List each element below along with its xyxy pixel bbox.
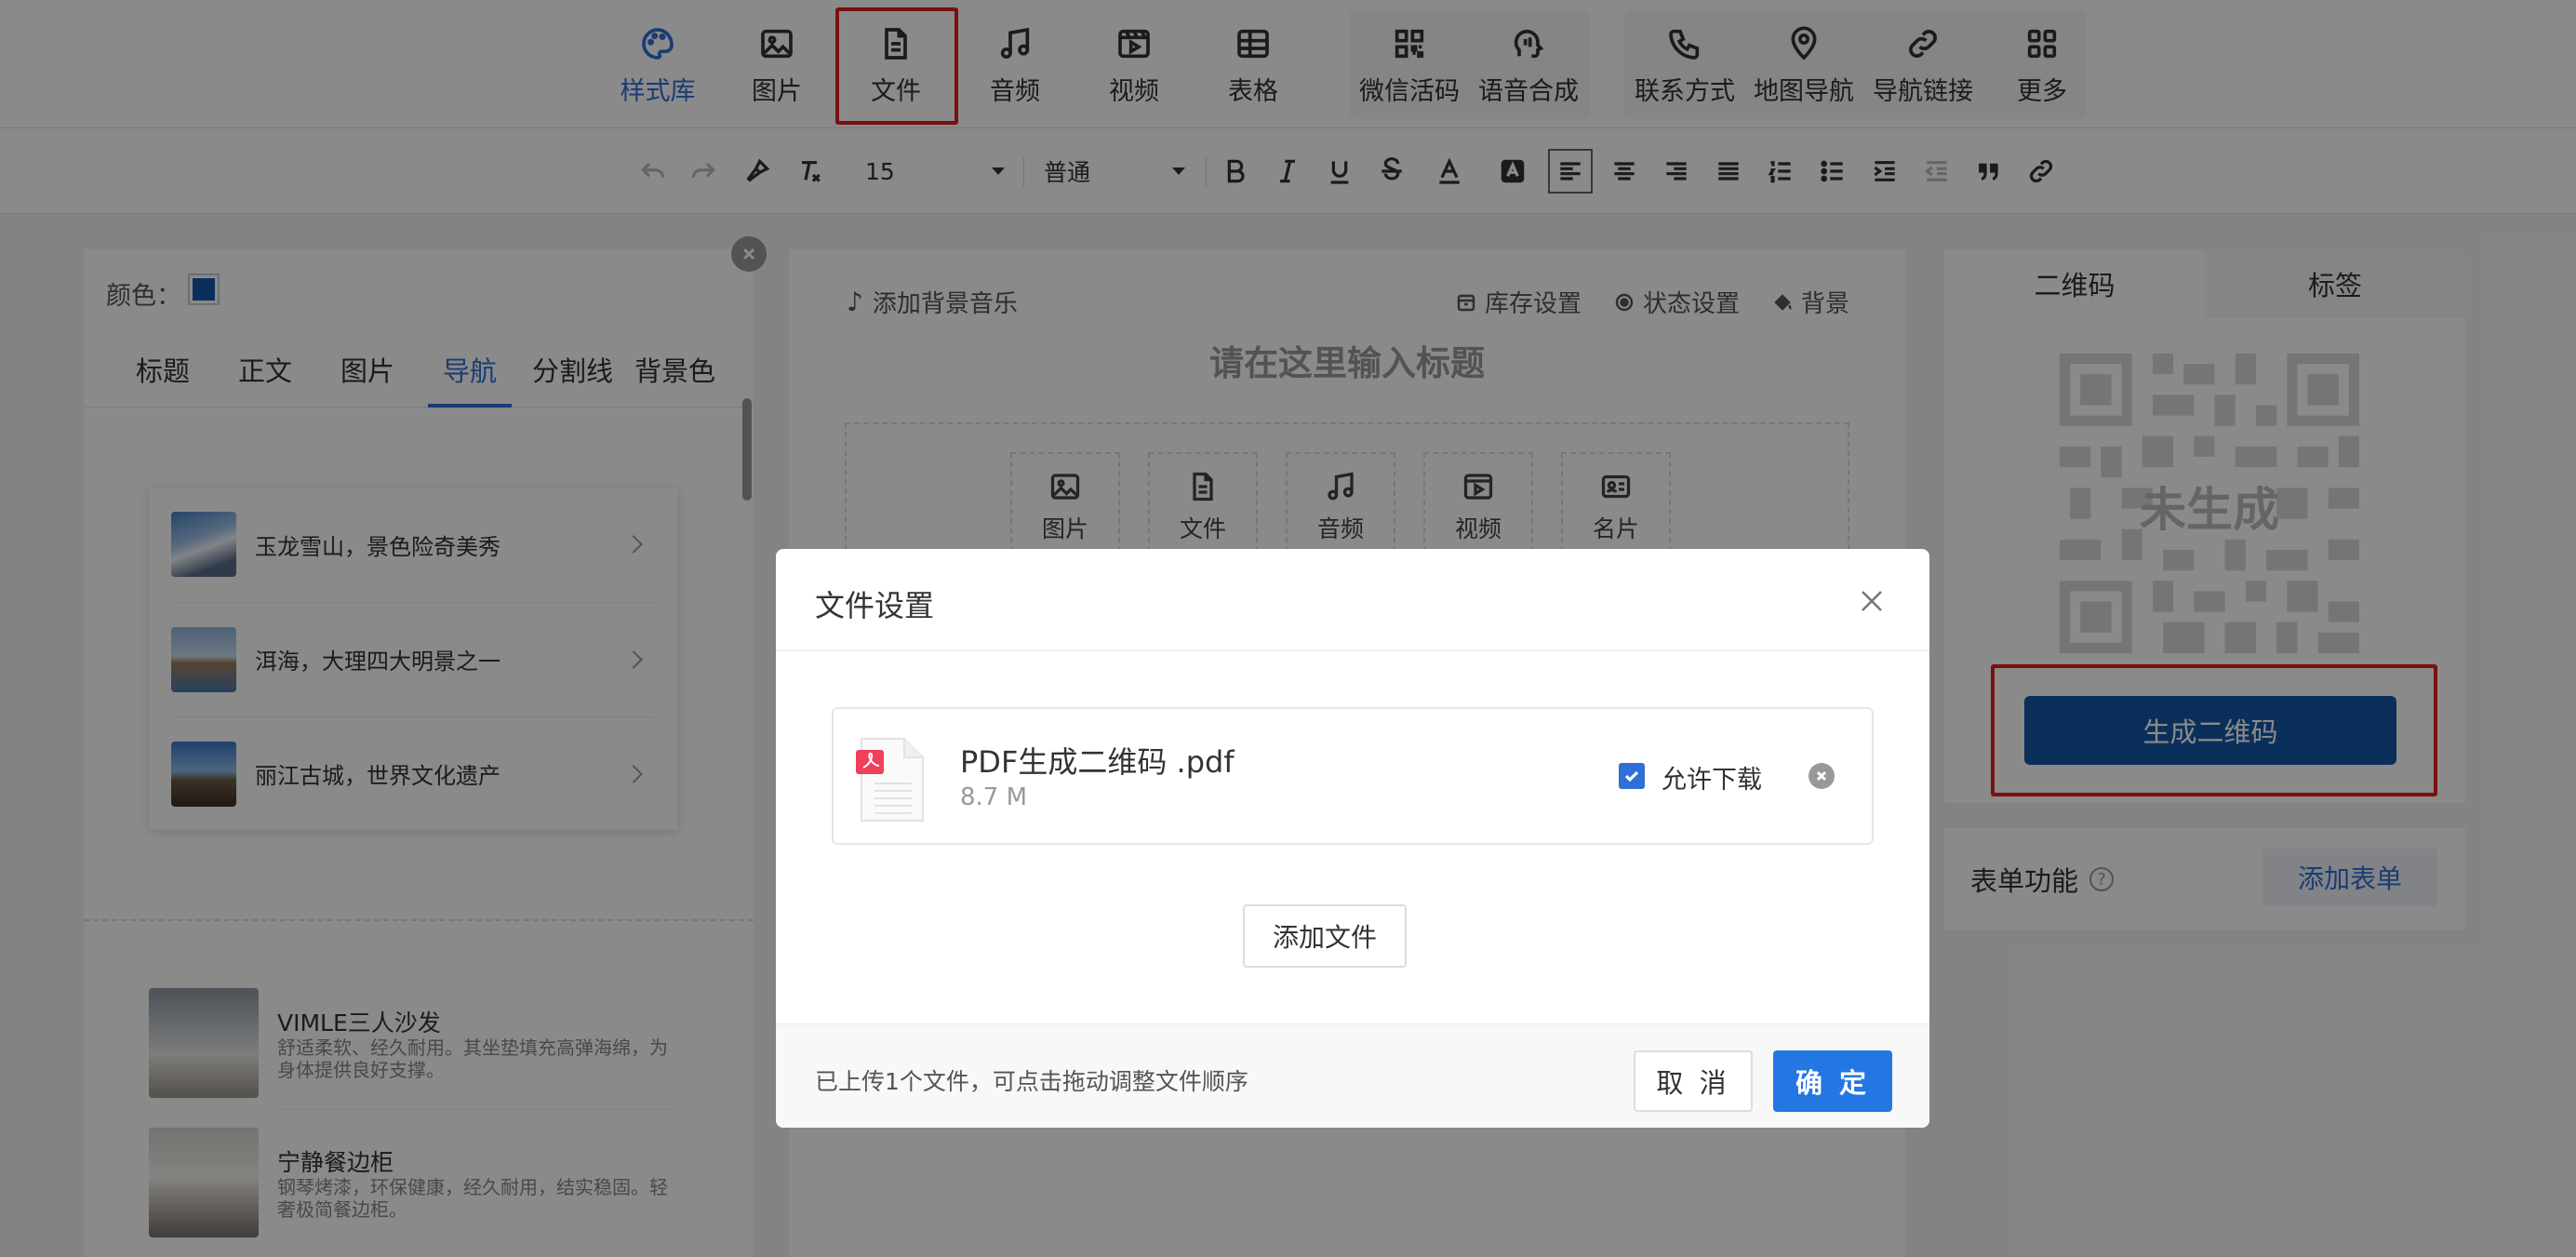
dialog-footer: 已上传1个文件，可点击拖动调整文件顺序 取 消 确 定 [776,1023,1929,1128]
checkmark-icon [1624,770,1639,782]
pdf-file-icon [856,738,924,822]
dialog-header: 文件设置 [776,549,1929,651]
file-size: 8.7 M [960,783,1028,811]
allow-download-checkbox[interactable] [1619,763,1645,789]
remove-file-button[interactable] [1809,763,1835,789]
add-file-button[interactable]: 添加文件 [1243,904,1407,968]
dialog-close-button[interactable] [1857,586,1887,616]
upload-hint: 已上传1个文件，可点击拖动调整文件顺序 [815,1068,1248,1095]
file-name: PDF生成二维码 .pdf [960,744,1235,780]
confirm-button[interactable]: 确 定 [1773,1050,1892,1112]
file-settings-dialog: 文件设置 PDF生成二维码 .pdf 8.7 M 允许下载 添加文件 已上传1个… [776,549,1929,1128]
file-item[interactable]: PDF生成二维码 .pdf 8.7 M 允许下载 [832,707,1874,845]
cancel-button[interactable]: 取 消 [1634,1050,1753,1112]
close-circle-icon [1816,770,1827,782]
dialog-title: 文件设置 [815,588,935,623]
close-icon [1862,591,1882,611]
allow-download-label[interactable]: 允许下载 [1662,759,1762,796]
